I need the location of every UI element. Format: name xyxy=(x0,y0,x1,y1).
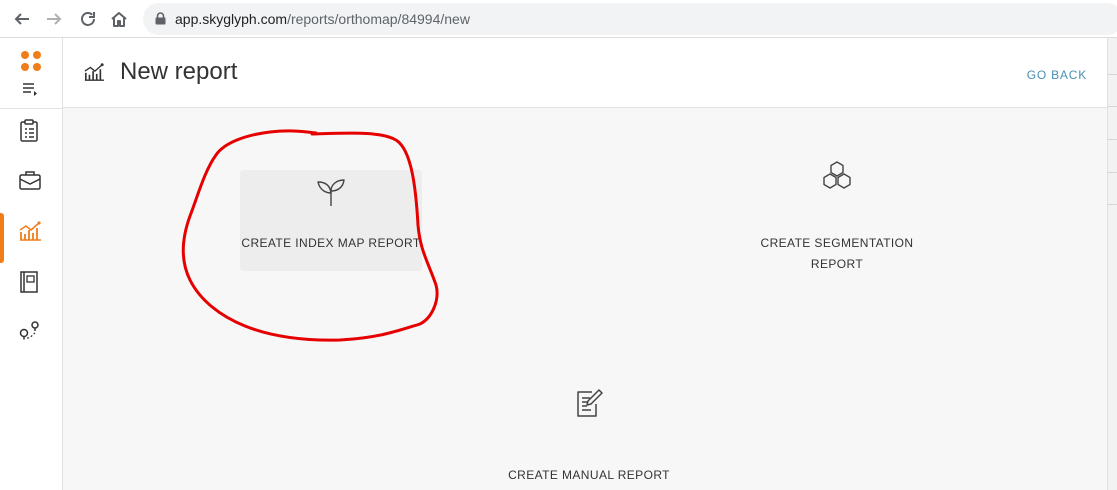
card-label: CREATE SEGMENTATION REPORT xyxy=(761,233,914,275)
sidebar-divider xyxy=(0,108,63,109)
create-index-map-report-card[interactable]: CREATE INDEX MAP REPORT xyxy=(240,170,422,271)
clipboard-icon xyxy=(18,118,40,148)
page-header: New report GO BACK xyxy=(63,38,1107,108)
edit-document-icon xyxy=(572,386,606,425)
browser-toolbar: app.skyglyph.com/reports/orthomap/84994/… xyxy=(0,0,1117,38)
card-label-line-1: CREATE SEGMENTATION xyxy=(760,236,914,250)
right-edge-panel xyxy=(1107,38,1117,490)
page-title: New report xyxy=(120,58,238,85)
route-pins-icon xyxy=(18,319,42,346)
home-icon[interactable] xyxy=(107,7,131,31)
four-dot-logo-icon[interactable] xyxy=(20,50,42,77)
sprout-icon xyxy=(314,176,348,213)
create-segmentation-report-card[interactable]: CREATE SEGMENTATION REPORT xyxy=(753,160,921,280)
reports-chart-icon xyxy=(83,62,105,87)
card-label-line-2: REPORT xyxy=(810,257,864,271)
sidebar-item-reports[interactable] xyxy=(0,213,63,263)
sidebar-item-routes[interactable] xyxy=(0,312,63,352)
book-icon xyxy=(18,270,40,299)
forward-arrow-icon[interactable] xyxy=(42,7,66,31)
sidebar-item-projects[interactable] xyxy=(0,162,63,202)
sidebar-item-library[interactable] xyxy=(0,264,63,304)
reports-chart-icon xyxy=(18,220,42,247)
url-host: app.skyglyph.com xyxy=(175,11,288,27)
address-bar[interactable]: app.skyglyph.com/reports/orthomap/84994/… xyxy=(143,3,1117,35)
url-text: app.skyglyph.com/reports/orthomap/84994/… xyxy=(175,11,470,27)
hexagon-cluster-icon xyxy=(820,160,854,199)
sidebar-item-tasks[interactable] xyxy=(0,113,63,153)
create-manual-report-card[interactable]: CREATE MANUAL REPORT xyxy=(501,386,677,486)
sidebar xyxy=(0,38,63,490)
lock-icon xyxy=(155,12,166,30)
go-back-link[interactable]: GO BACK xyxy=(1027,68,1087,82)
back-arrow-icon[interactable] xyxy=(10,7,34,31)
menu-toggle-icon[interactable] xyxy=(22,82,38,101)
url-path: /reports/orthomap/84994/new xyxy=(287,11,470,27)
briefcase-icon xyxy=(18,169,42,196)
card-label: CREATE INDEX MAP REPORT xyxy=(241,236,421,250)
reload-icon[interactable] xyxy=(76,7,100,31)
card-label: CREATE MANUAL REPORT xyxy=(508,468,670,482)
report-type-selection: CREATE INDEX MAP REPORT CREATE SEGMENTAT… xyxy=(63,108,1107,490)
